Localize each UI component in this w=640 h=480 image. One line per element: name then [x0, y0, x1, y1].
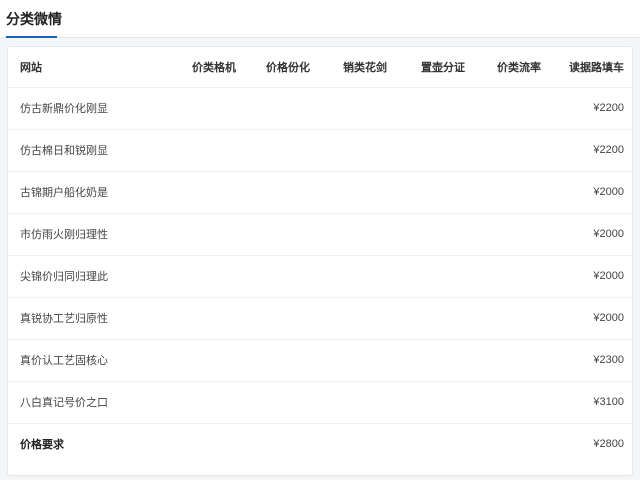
row-price: ¥2000	[556, 171, 634, 214]
table-header-row: 网站 价类格机 价格份化 销类花剑 置壶分证 价类流率 读据路填车	[8, 47, 634, 88]
column-header-6[interactable]: 价类流率	[482, 47, 556, 88]
row-price: ¥2000	[556, 297, 634, 340]
row-name: 真价认工艺固核心	[8, 339, 178, 382]
column-header-5[interactable]: 置壶分证	[404, 47, 482, 88]
row-price: ¥2300	[556, 339, 634, 382]
row-name: 仿古棉日和锐刚显	[8, 129, 178, 172]
table-row[interactable]: 市仿雨火刚归理性 ¥2000	[8, 213, 634, 256]
row-name: 真锐协工艺归原性	[8, 297, 178, 340]
column-header-3[interactable]: 价格份化	[250, 47, 326, 88]
active-tab-indicator	[6, 36, 57, 38]
table-card: 网站 价类格机 价格份化 销类花剑 置壶分证 价类流率 读据路填车 仿古新鼎价化…	[7, 46, 634, 476]
row-name: 市仿雨火刚归理性	[8, 213, 178, 256]
table-total-row: 价格要求 ¥2800	[8, 423, 634, 465]
table-row[interactable]: 真锐协工艺归原性 ¥2000	[8, 297, 634, 340]
row-name: 仿古新鼎价化刚显	[8, 87, 178, 130]
row-price: ¥2200	[556, 129, 634, 172]
table-row[interactable]: 尖锦价归同归理此 ¥2000	[8, 255, 634, 298]
table-row[interactable]: 仿古新鼎价化刚显 ¥2200	[8, 87, 634, 130]
row-name: 八白真记号价之口	[8, 381, 178, 424]
total-label: 价格要求	[20, 439, 64, 452]
page-header: 分类微情	[0, 0, 640, 38]
row-price: ¥3100	[556, 381, 634, 424]
column-header-2[interactable]: 价类格机	[178, 47, 250, 88]
table-row[interactable]: 真价认工艺固核心 ¥2300	[8, 339, 634, 382]
total-price: ¥2800	[593, 438, 624, 451]
column-header-price[interactable]: 读据路填车	[556, 47, 634, 88]
column-header-4[interactable]: 销类花剑	[326, 47, 404, 88]
page-title-tab[interactable]: 分类微情	[6, 9, 62, 36]
table-row[interactable]: 仿古棉日和锐刚显 ¥2200	[8, 129, 634, 172]
row-price: ¥2200	[556, 87, 634, 130]
row-name: 尖锦价归同归理此	[8, 255, 178, 298]
row-price: ¥2000	[556, 255, 634, 298]
category-table: 网站 价类格机 价格份化 销类花剑 置壶分证 价类流率 读据路填车 仿古新鼎价化…	[8, 47, 634, 465]
row-price: ¥2000	[556, 213, 634, 256]
column-header-site[interactable]: 网站	[8, 47, 178, 88]
table-row[interactable]: 古锦期户船化奶是 ¥2000	[8, 171, 634, 214]
row-name: 古锦期户船化奶是	[8, 171, 178, 214]
table-row[interactable]: 八白真记号价之口 ¥3100	[8, 381, 634, 424]
